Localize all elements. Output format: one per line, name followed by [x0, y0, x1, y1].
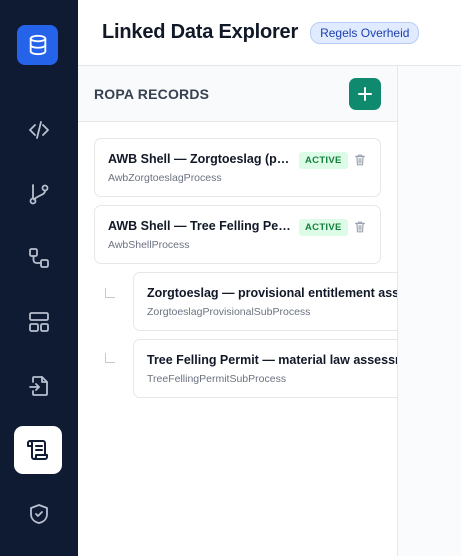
- rail-item-shield[interactable]: [17, 492, 61, 536]
- app-header: Linked Data Explorer Regels Overheid: [78, 0, 461, 66]
- trash-icon[interactable]: [353, 153, 367, 167]
- git-branch-icon: [29, 184, 49, 205]
- tree-branch-line: [105, 288, 115, 298]
- layout-icon: [29, 312, 49, 332]
- rail-item-file-import[interactable]: [17, 364, 61, 408]
- ropa-panel: ROPA RECORDS AWB Shell — Zorgtoeslag (pr…: [78, 66, 398, 556]
- shield-check-icon: [30, 504, 48, 524]
- ropa-record[interactable]: AWB Shell — Tree Felling Permit AwbShell…: [94, 205, 381, 264]
- record-name: AWB Shell — Tree Felling Permit: [108, 219, 291, 233]
- subprocess-name: Zorgtoeslag — provisional entitlement as…: [147, 286, 397, 300]
- tree-branch-line: [105, 353, 115, 363]
- workflow-icon: [29, 248, 49, 268]
- code-icon: [29, 121, 49, 139]
- panel-title: ROPA RECORDS: [94, 85, 210, 102]
- rail-item-code[interactable]: [17, 108, 61, 152]
- app-root: Linked Data Explorer Regels Overheid ROP…: [0, 0, 461, 556]
- status-badge: ACTIVE: [299, 152, 348, 169]
- record-id: AwbZorgtoeslagProcess: [108, 172, 222, 184]
- record-name: AWB Shell — Zorgtoeslag (provisional ent…: [108, 152, 291, 166]
- trash-icon[interactable]: [353, 220, 367, 234]
- scroll-icon: [27, 440, 48, 460]
- record-id: AwbShellProcess: [108, 239, 190, 251]
- subprocess-record[interactable]: Tree Felling Permit — material law asses…: [133, 339, 398, 398]
- rail-item-database[interactable]: [17, 25, 58, 65]
- file-import-icon: [29, 376, 48, 396]
- plus-icon: [358, 86, 372, 101]
- subprocess-name: Tree Felling Permit — material law asses…: [147, 353, 398, 367]
- subprocess-record[interactable]: Zorgtoeslag — provisional entitlement as…: [133, 272, 397, 331]
- rail-item-git-branch[interactable]: [17, 172, 61, 216]
- panel-header: ROPA RECORDS: [78, 66, 397, 122]
- main-canvas: [398, 66, 461, 556]
- rail-item-workflow[interactable]: [17, 236, 61, 280]
- nav-rail: [0, 0, 78, 556]
- rail-item-layout[interactable]: [17, 300, 61, 344]
- add-record-button[interactable]: [349, 77, 381, 110]
- database-icon: [29, 34, 46, 56]
- status-badge: ACTIVE: [299, 219, 348, 236]
- subprocess-id: TreeFellingPermitSubProcess: [147, 373, 287, 385]
- rail-item-scroll[interactable]: [14, 426, 62, 474]
- app-title: Linked Data Explorer: [102, 21, 299, 43]
- ropa-record[interactable]: AWB Shell — Zorgtoeslag (provisional ent…: [94, 138, 381, 197]
- org-badge: Regels Overheid: [310, 21, 420, 44]
- subprocess-id: ZorgtoeslagProvisionalSubProcess: [147, 306, 311, 318]
